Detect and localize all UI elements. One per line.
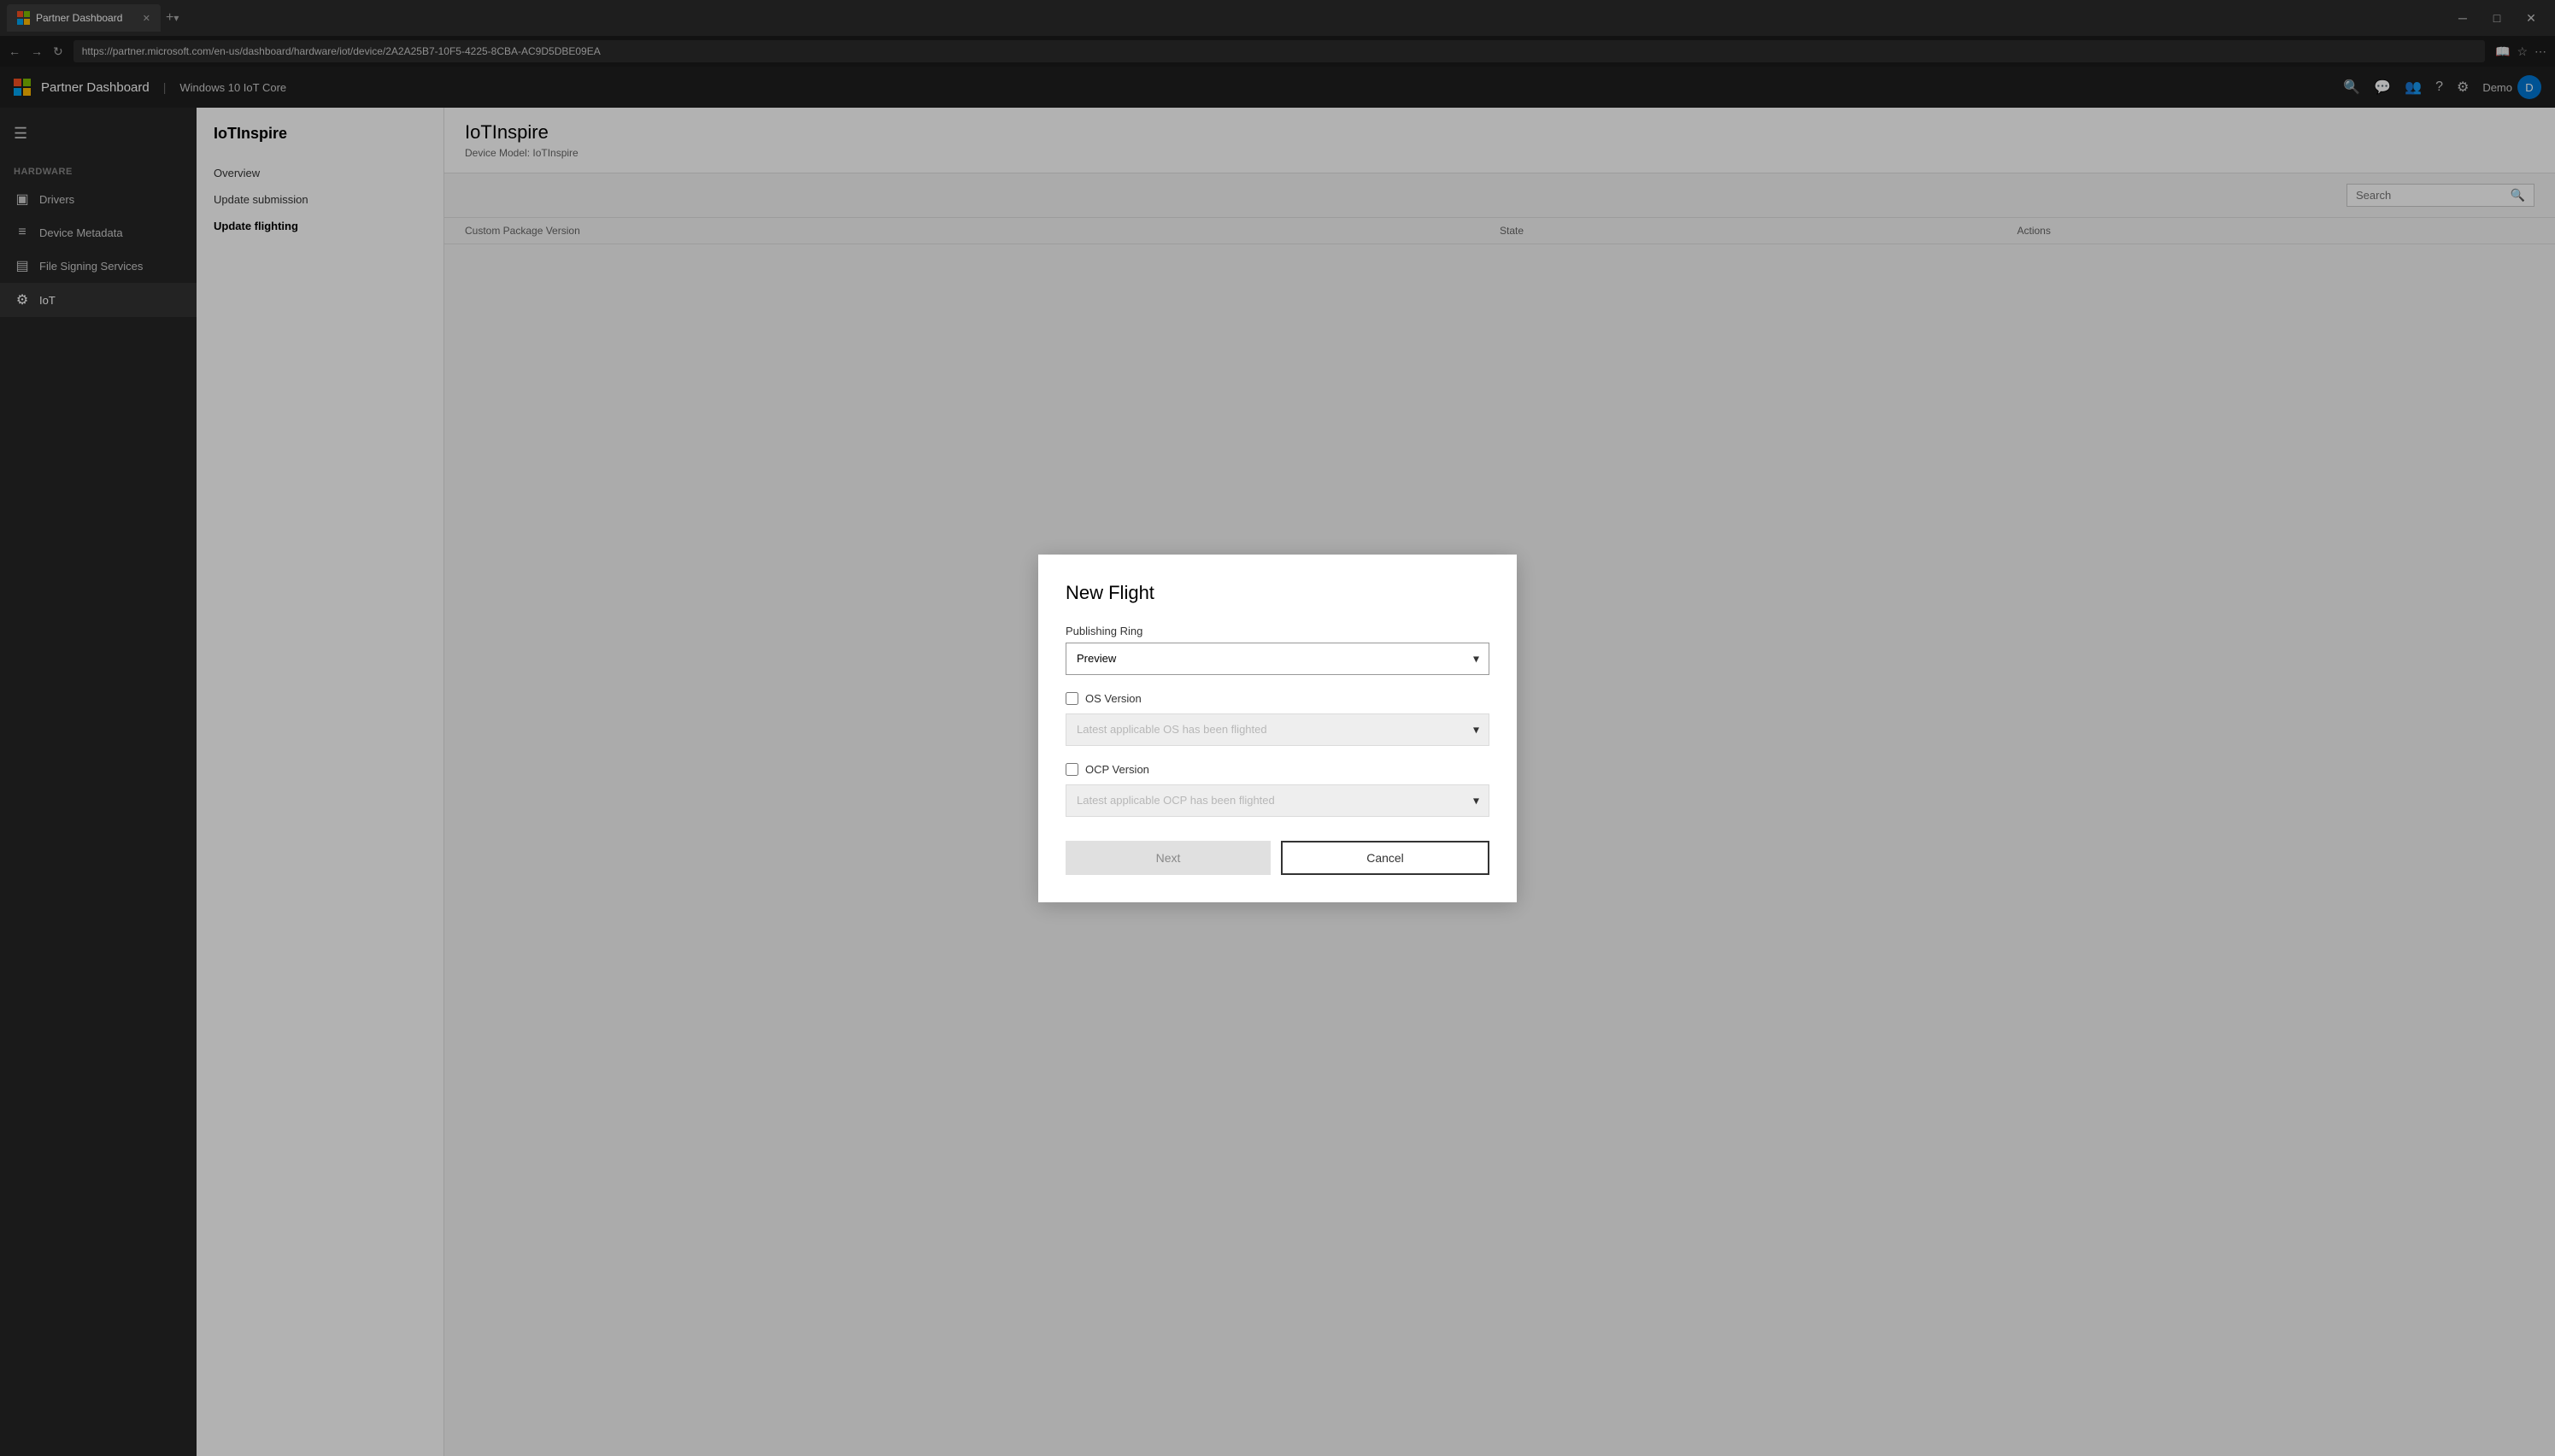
ocp-version-select-wrapper: Latest applicable OCP has been flighted bbox=[1066, 784, 1489, 817]
os-version-select[interactable]: Latest applicable OS has been flighted bbox=[1066, 713, 1489, 746]
publishing-ring-select[interactable]: Preview General Availability bbox=[1066, 643, 1489, 675]
os-version-checkbox-row: OS Version bbox=[1066, 692, 1489, 705]
ocp-version-select[interactable]: Latest applicable OCP has been flighted bbox=[1066, 784, 1489, 817]
new-flight-modal: New Flight Publishing Ring Preview Gener… bbox=[1038, 555, 1517, 902]
modal-buttons: Next Cancel bbox=[1066, 841, 1489, 875]
publishing-ring-group: Publishing Ring Preview General Availabi… bbox=[1066, 625, 1489, 675]
os-version-group: Latest applicable OS has been flighted bbox=[1066, 713, 1489, 746]
ocp-version-group: Latest applicable OCP has been flighted bbox=[1066, 784, 1489, 817]
ocp-version-checkbox[interactable] bbox=[1066, 763, 1078, 776]
modal-title: New Flight bbox=[1066, 582, 1489, 604]
os-version-select-wrapper: Latest applicable OS has been flighted bbox=[1066, 713, 1489, 746]
ocp-version-checkbox-row: OCP Version bbox=[1066, 763, 1489, 776]
os-version-label: OS Version bbox=[1085, 692, 1142, 705]
modal-overlay: New Flight Publishing Ring Preview Gener… bbox=[0, 0, 2555, 1456]
os-version-checkbox[interactable] bbox=[1066, 692, 1078, 705]
next-button[interactable]: Next bbox=[1066, 841, 1271, 875]
ocp-version-label: OCP Version bbox=[1085, 763, 1149, 776]
cancel-button[interactable]: Cancel bbox=[1281, 841, 1489, 875]
publishing-ring-label: Publishing Ring bbox=[1066, 625, 1489, 637]
publishing-ring-select-wrapper: Preview General Availability bbox=[1066, 643, 1489, 675]
